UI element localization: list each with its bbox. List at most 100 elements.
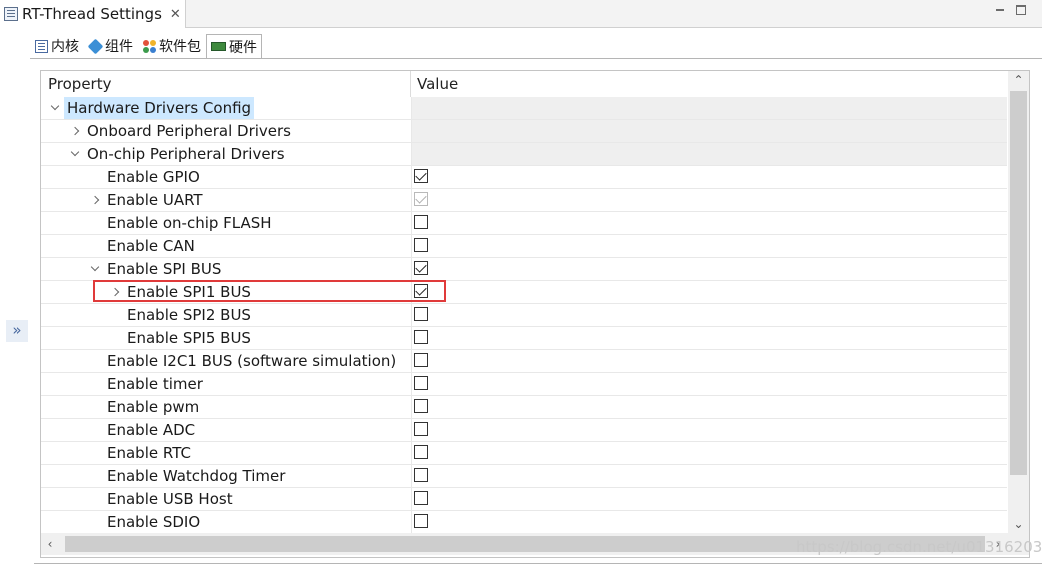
tab-packages[interactable]: 软件包 xyxy=(138,34,206,58)
table-row[interactable]: Enable SPI BUS xyxy=(41,258,1007,281)
scroll-up-icon[interactable]: ⌃ xyxy=(1008,71,1029,89)
checkbox-unchecked[interactable] xyxy=(414,468,428,482)
editor-tab-rt-thread-settings[interactable]: RT-Thread Settings ✕ xyxy=(0,0,186,28)
value-cell[interactable] xyxy=(411,189,1007,211)
value-cell[interactable] xyxy=(411,442,1007,464)
chevron-right-icon[interactable] xyxy=(89,189,103,211)
property-label: Enable Watchdog Timer xyxy=(107,467,286,485)
tab-components-label: 组件 xyxy=(105,39,133,55)
table-row[interactable]: Enable RTC xyxy=(41,442,1007,465)
scroll-down-icon[interactable]: ⌄ xyxy=(1008,515,1029,533)
checkbox-unchecked[interactable] xyxy=(414,376,428,390)
table-row[interactable]: Enable SDIO xyxy=(41,511,1007,534)
property-cell: Enable on-chip FLASH xyxy=(41,212,411,234)
hardware-icon xyxy=(211,42,226,51)
property-label: Hardware Drivers Config xyxy=(64,97,255,119)
chevron-down-icon[interactable] xyxy=(49,97,63,119)
table-row[interactable]: Enable GPIO xyxy=(41,166,1007,189)
property-cell: Enable UART xyxy=(41,189,411,211)
checkbox-unchecked[interactable] xyxy=(414,238,428,252)
value-cell[interactable] xyxy=(411,488,1007,510)
checkbox-unchecked[interactable] xyxy=(414,514,428,528)
checkbox-unchecked[interactable] xyxy=(414,399,428,413)
value-cell[interactable] xyxy=(411,281,1007,303)
property-cell: Enable SPI BUS xyxy=(41,258,411,280)
checkbox-unchecked[interactable] xyxy=(414,330,428,344)
value-cell xyxy=(411,97,1007,119)
table-row[interactable]: Enable SPI5 BUS xyxy=(41,327,1007,350)
value-cell[interactable] xyxy=(411,465,1007,487)
table-row[interactable]: Enable Watchdog Timer xyxy=(41,465,1007,488)
property-label: On-chip Peripheral Drivers xyxy=(87,145,285,163)
tab-packages-label: 软件包 xyxy=(159,39,201,55)
value-cell[interactable] xyxy=(411,327,1007,349)
property-label: Enable I2C1 BUS (software simulation) xyxy=(107,352,397,370)
value-cell[interactable] xyxy=(411,235,1007,257)
value-cell[interactable] xyxy=(411,304,1007,326)
maximize-button[interactable] xyxy=(1016,5,1026,15)
property-cell: Enable timer xyxy=(41,373,411,395)
tab-components[interactable]: 组件 xyxy=(84,34,138,58)
table-row[interactable]: Enable ADC xyxy=(41,419,1007,442)
settings-tab-bar: 内核 组件 软件包 硬件 xyxy=(30,34,262,58)
table-row[interactable]: Hardware Drivers Config xyxy=(41,97,1007,120)
value-cell[interactable] xyxy=(411,373,1007,395)
checkbox-unchecked[interactable] xyxy=(414,307,428,321)
table-row[interactable]: Enable I2C1 BUS (software simulation) xyxy=(41,350,1007,373)
table-row[interactable]: Enable pwm xyxy=(41,396,1007,419)
checkbox-unchecked[interactable] xyxy=(414,215,428,229)
checkbox-checked[interactable] xyxy=(414,261,428,275)
expand-panel-icon[interactable]: » xyxy=(6,320,28,342)
table-row[interactable]: Enable USB Host xyxy=(41,488,1007,511)
package-icon xyxy=(143,39,156,53)
column-header-value[interactable]: Value xyxy=(411,71,458,97)
vertical-scroll-thumb[interactable] xyxy=(1010,91,1027,475)
chevron-down-icon[interactable] xyxy=(89,258,103,280)
editor-tab-title: RT-Thread Settings xyxy=(22,5,162,23)
tab-kernel[interactable]: 内核 xyxy=(30,34,84,58)
highlight-annotation xyxy=(93,280,446,302)
title-bar: RT-Thread Settings ✕ xyxy=(0,0,1042,28)
table-header: Property Value xyxy=(41,71,1009,97)
property-label: Enable SPI5 BUS xyxy=(127,329,251,347)
value-cell[interactable] xyxy=(411,258,1007,280)
chevron-down-icon[interactable] xyxy=(69,143,83,165)
property-label: Enable SPI2 BUS xyxy=(127,306,251,324)
table-row[interactable]: Enable UART xyxy=(41,189,1007,212)
checkbox-unchecked[interactable] xyxy=(414,445,428,459)
checkbox-unchecked[interactable] xyxy=(414,422,428,436)
settings-file-icon xyxy=(4,7,18,21)
table-row[interactable]: Enable timer xyxy=(41,373,1007,396)
table-row[interactable]: Enable SPI2 BUS xyxy=(41,304,1007,327)
vertical-scrollbar[interactable]: ⌃ ⌄ xyxy=(1008,71,1029,533)
component-icon xyxy=(87,38,104,54)
value-cell xyxy=(411,120,1007,142)
chevron-right-icon[interactable] xyxy=(69,120,83,142)
property-cell: Enable SPI5 BUS xyxy=(41,327,411,349)
property-cell: Enable SDIO xyxy=(41,511,411,533)
value-cell[interactable] xyxy=(411,396,1007,418)
value-cell[interactable] xyxy=(411,419,1007,441)
scroll-left-icon[interactable]: ‹ xyxy=(41,533,59,555)
checkbox-unchecked[interactable] xyxy=(414,353,428,367)
table-row[interactable]: Enable on-chip FLASH xyxy=(41,212,1007,235)
property-table: Property Value Hardware Drivers Config On… xyxy=(40,70,1030,558)
property-cell: Enable RTC xyxy=(41,442,411,464)
column-header-property[interactable]: Property xyxy=(41,71,411,97)
value-cell[interactable] xyxy=(411,166,1007,188)
table-row[interactable]: On-chip Peripheral Drivers xyxy=(41,143,1007,166)
minimize-button[interactable] xyxy=(994,4,1006,16)
value-cell[interactable] xyxy=(411,350,1007,372)
value-cell xyxy=(411,143,1007,165)
checkbox-checked[interactable] xyxy=(414,169,428,183)
close-icon[interactable]: ✕ xyxy=(170,7,181,22)
table-row[interactable]: Enable CAN xyxy=(41,235,1007,258)
table-row[interactable]: Onboard Peripheral Drivers xyxy=(41,120,1007,143)
watermark: https://blog.csdn.net/u013162035 xyxy=(796,538,1042,556)
value-cell[interactable] xyxy=(411,212,1007,234)
tab-hardware[interactable]: 硬件 xyxy=(206,34,262,58)
property-cell: Enable pwm xyxy=(41,396,411,418)
checkbox-unchecked[interactable] xyxy=(414,491,428,505)
value-cell[interactable] xyxy=(411,511,1007,533)
property-cell: Onboard Peripheral Drivers xyxy=(41,120,411,142)
